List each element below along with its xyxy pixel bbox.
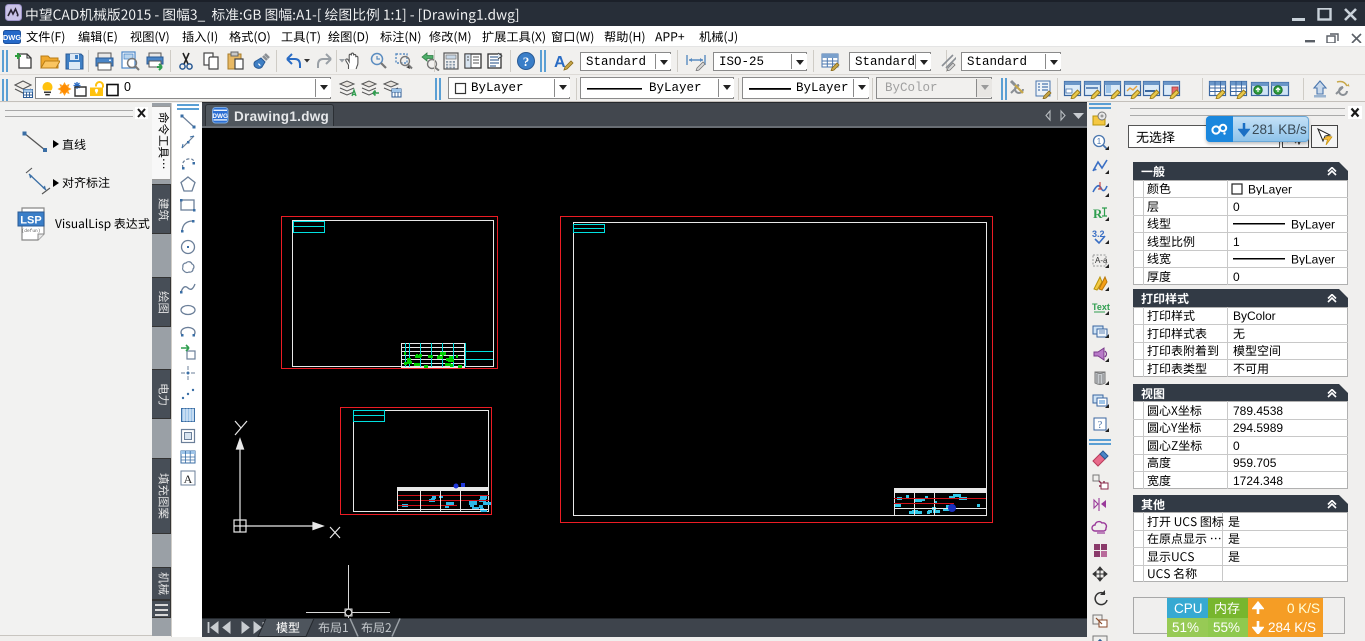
svg-text:A: A bbox=[184, 472, 193, 486]
svg-text:ByLayer: ByLayer bbox=[1291, 253, 1335, 265]
svg-text:?: ? bbox=[523, 54, 530, 69]
svg-text:LSP: LSP bbox=[20, 215, 41, 227]
svg-text:1: 1 bbox=[1097, 137, 1102, 146]
svg-text:A-a: A-a bbox=[1095, 256, 1108, 265]
svg-text:(defun): (defun) bbox=[22, 228, 41, 234]
svg-text:3.2: 3.2 bbox=[1092, 229, 1105, 239]
svg-text:ByLayer: ByLayer bbox=[1248, 183, 1292, 195]
svg-text:DWG: DWG bbox=[3, 33, 21, 42]
svg-text:R: R bbox=[1093, 206, 1103, 221]
svg-text:Text: Text bbox=[1092, 302, 1110, 312]
svg-text:ByLayer: ByLayer bbox=[1291, 218, 1335, 230]
svg-text:?: ? bbox=[1098, 420, 1103, 431]
svg-text:DWG: DWG bbox=[212, 113, 228, 120]
